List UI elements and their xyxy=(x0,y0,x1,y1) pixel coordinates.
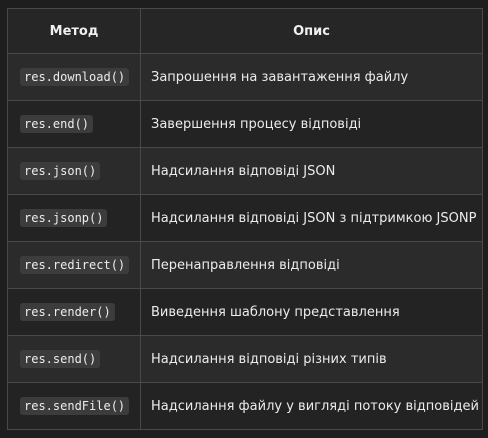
method-code: res.render() xyxy=(20,303,115,321)
method-cell: res.redirect() xyxy=(7,241,141,289)
method-cell: res.sendFile() xyxy=(7,382,141,430)
column-header-method: Метод xyxy=(7,8,141,54)
method-cell: res.json() xyxy=(7,147,141,195)
method-code: res.send() xyxy=(20,350,101,368)
description-cell: Виведення шаблону представлення xyxy=(140,288,483,336)
method-code: res.sendFile() xyxy=(20,397,130,415)
method-code: res.json() xyxy=(20,162,101,180)
table-row: res.send() Надсилання відповіді різних т… xyxy=(7,335,483,383)
method-code: res.end() xyxy=(20,115,94,133)
method-code: res.download() xyxy=(20,68,130,86)
table-header: Метод Опис xyxy=(7,8,483,54)
method-cell: res.download() xyxy=(7,53,141,101)
description-cell: Запрошення на завантаження файлу xyxy=(140,53,483,101)
description-cell: Надсилання відповіді JSON з підтримкою J… xyxy=(140,194,483,242)
description-cell: Завершення процесу відповіді xyxy=(140,100,483,148)
table-row: res.jsonp() Надсилання відповіді JSON з … xyxy=(7,194,483,242)
method-cell: res.end() xyxy=(7,100,141,148)
table-row: res.sendFile() Надсилання файлу у вигляд… xyxy=(7,382,483,430)
method-code: res.redirect() xyxy=(20,256,130,274)
table-row: res.render() Виведення шаблону представл… xyxy=(7,288,483,336)
table-row: res.redirect() Перенаправлення відповіді xyxy=(7,241,483,289)
method-cell: res.render() xyxy=(7,288,141,336)
method-cell: res.jsonp() xyxy=(7,194,141,242)
method-cell: res.send() xyxy=(7,335,141,383)
table-row: res.download() Запрошення на завантаженн… xyxy=(7,53,483,101)
description-cell: Перенаправлення відповіді xyxy=(140,241,483,289)
table-row: res.end() Завершення процесу відповіді xyxy=(7,100,483,148)
table-row: res.json() Надсилання відповіді JSON xyxy=(7,147,483,195)
column-header-description: Опис xyxy=(140,8,483,54)
description-cell: Надсилання відповіді різних типів xyxy=(140,335,483,383)
description-cell: Надсилання файлу у вигляді потоку відпов… xyxy=(140,382,483,430)
description-cell: Надсилання відповіді JSON xyxy=(140,147,483,195)
header-row: Метод Опис xyxy=(7,8,483,54)
table-body: res.download() Запрошення на завантаженн… xyxy=(7,53,483,430)
methods-table: Метод Опис res.download() Запрошення на … xyxy=(7,8,483,430)
method-code: res.jsonp() xyxy=(20,209,108,227)
